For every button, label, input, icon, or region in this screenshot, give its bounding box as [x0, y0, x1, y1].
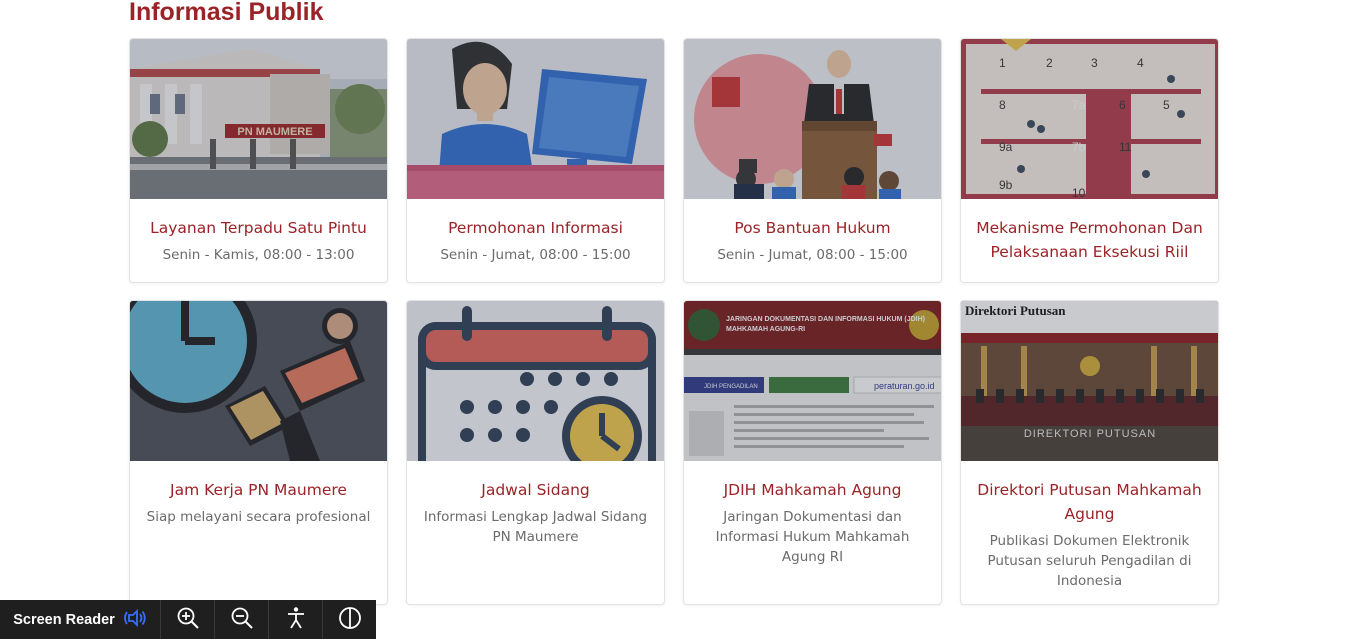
card-title[interactable]: Jam Kerja PN Maumere: [142, 478, 375, 502]
accessibility-icon: [284, 606, 308, 634]
card-title[interactable]: Permohonan Informasi: [419, 216, 652, 240]
card-jam-kerja[interactable]: Jam Kerja PN Maumere Siap melayani secar…: [129, 300, 388, 605]
card-subtitle: Senin - Kamis, 08:00 - 13:00: [162, 247, 355, 263]
card-jdih[interactable]: JARINGAN DOKUMENTASI DAN INFORMASI HUKUM…: [683, 300, 942, 605]
card-subtitle: Siap melayani secara profesional: [146, 509, 371, 525]
card-image-direktori-putusan: Direktori Putusan DIREKTORI PUTUSAN: [961, 301, 1218, 461]
card-title[interactable]: Direktori Putusan Mahkamah Agung: [973, 478, 1206, 526]
card-title[interactable]: Mekanisme Permohonan Dan Pelaksanaan Eks…: [973, 216, 1206, 264]
card-direktori-putusan[interactable]: Direktori Putusan DIREKTORI PUTUSAN Dire…: [960, 300, 1219, 605]
zoom-in-icon: [176, 606, 200, 634]
card-title[interactable]: Pos Bantuan Hukum: [696, 216, 929, 240]
screen-reader-label: Screen Reader: [13, 611, 115, 628]
contrast-icon: [338, 606, 362, 634]
card-image-woman-computer: [407, 39, 664, 199]
card-subtitle: Publikasi Dokumen Elektronik Putusan sel…: [987, 533, 1192, 589]
section-title: Informasi Publik: [129, 0, 324, 26]
screen-reader-button[interactable]: Screen Reader: [0, 600, 161, 639]
card-image-flow-diagram: 1 2 3 4 8 7a 6 5 9a 7b 11 9b 10: [961, 39, 1218, 199]
card-image-clock-runner: [130, 301, 387, 461]
card-subtitle: Informasi Lengkap Jadwal Sidang PN Maume…: [423, 509, 648, 545]
card-subtitle: Jaringan Dokumentasi dan Informasi Hukum…: [715, 509, 910, 565]
card-pos-bantuan-hukum[interactable]: Pos Bantuan Hukum Senin - Jumat, 08:00 -…: [683, 38, 942, 283]
card-title[interactable]: Layanan Terpadu Satu Pintu: [142, 216, 375, 240]
card-subtitle: Senin - Jumat, 08:00 - 15:00: [717, 247, 908, 263]
zoom-in-button[interactable]: [161, 600, 215, 639]
card-image-jdih-website: JARINGAN DOKUMENTASI DAN INFORMASI HUKUM…: [684, 301, 941, 461]
speaker-icon: [123, 608, 147, 632]
card-image-protest-podium: [684, 39, 941, 199]
card-title[interactable]: Jadwal Sidang: [419, 478, 652, 502]
card-image-court-building: PN MAUMERE: [130, 39, 387, 199]
contrast-button[interactable]: [323, 600, 376, 639]
info-grid: PN MAUMERE Layanan Terpadu Satu Pintu Se…: [129, 38, 1222, 608]
zoom-out-button[interactable]: [215, 600, 269, 639]
card-permohonan-informasi[interactable]: Permohonan Informasi Senin - Jumat, 08:0…: [406, 38, 665, 283]
card-jadwal-sidang[interactable]: Jadwal Sidang Informasi Lengkap Jadwal S…: [406, 300, 665, 605]
card-layanan-terpadu[interactable]: PN MAUMERE Layanan Terpadu Satu Pintu Se…: [129, 38, 388, 283]
accessibility-toolbar: Screen Reader: [0, 600, 376, 639]
card-subtitle: Senin - Jumat, 08:00 - 15:00: [440, 247, 631, 263]
accessibility-button[interactable]: [269, 600, 323, 639]
card-image-calendar: [407, 301, 664, 461]
card-mekanisme-eksekusi[interactable]: 1 2 3 4 8 7a 6 5 9a 7b 11 9b 10 Mekanism…: [960, 38, 1219, 283]
card-title[interactable]: JDIH Mahkamah Agung: [696, 478, 929, 502]
zoom-out-icon: [230, 606, 254, 634]
